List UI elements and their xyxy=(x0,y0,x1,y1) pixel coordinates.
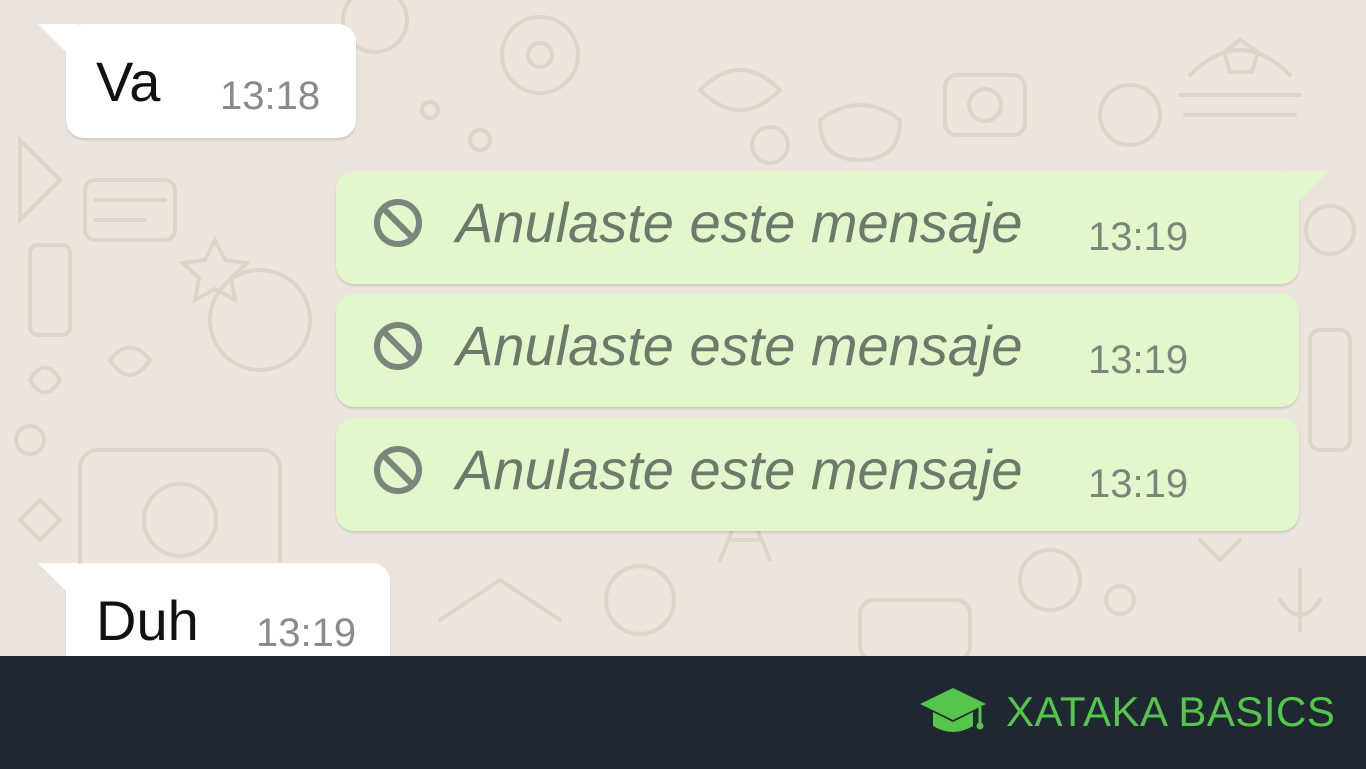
brand-logo: XATAKA BASICS xyxy=(918,684,1335,740)
bubble-tail xyxy=(38,563,78,603)
bubble-tail xyxy=(1287,171,1329,213)
ban-icon xyxy=(374,446,422,494)
message-time: 13:19 xyxy=(1088,462,1189,506)
ban-icon xyxy=(374,322,422,370)
deleted-message-text: Anulaste este mensaje xyxy=(456,191,1023,254)
deleted-message-text: Anulaste este mensaje xyxy=(456,314,1023,377)
message-bubble[interactable]: Anulaste este mensaje 13:19 xyxy=(336,418,1299,531)
footer-bar: XATAKA BASICS xyxy=(0,656,1366,769)
message-bubble[interactable]: Duh 13:19 xyxy=(38,563,390,656)
bubble-tail xyxy=(38,24,78,64)
message-text: Va xyxy=(96,50,161,113)
brand-name: XATAKA BASICS xyxy=(1006,688,1336,735)
message-text: Duh xyxy=(96,589,199,652)
message-bubble[interactable]: Va 13:18 xyxy=(38,24,356,138)
message-time: 13:19 xyxy=(256,611,357,655)
message-bubble[interactable]: Anulaste este mensaje 13:19 xyxy=(336,171,1329,284)
message-time: 13:19 xyxy=(1088,215,1189,259)
deleted-message-text: Anulaste este mensaje xyxy=(456,438,1023,501)
chat-area: Va 13:18 Anulaste este mensaje 13:19 Anu… xyxy=(0,0,1366,656)
ban-icon xyxy=(374,199,422,247)
graduation-cap-icon xyxy=(920,688,986,732)
message-bubble[interactable]: Anulaste este mensaje 13:19 xyxy=(336,294,1299,407)
message-time: 13:19 xyxy=(1088,338,1189,382)
message-time: 13:18 xyxy=(220,74,321,118)
